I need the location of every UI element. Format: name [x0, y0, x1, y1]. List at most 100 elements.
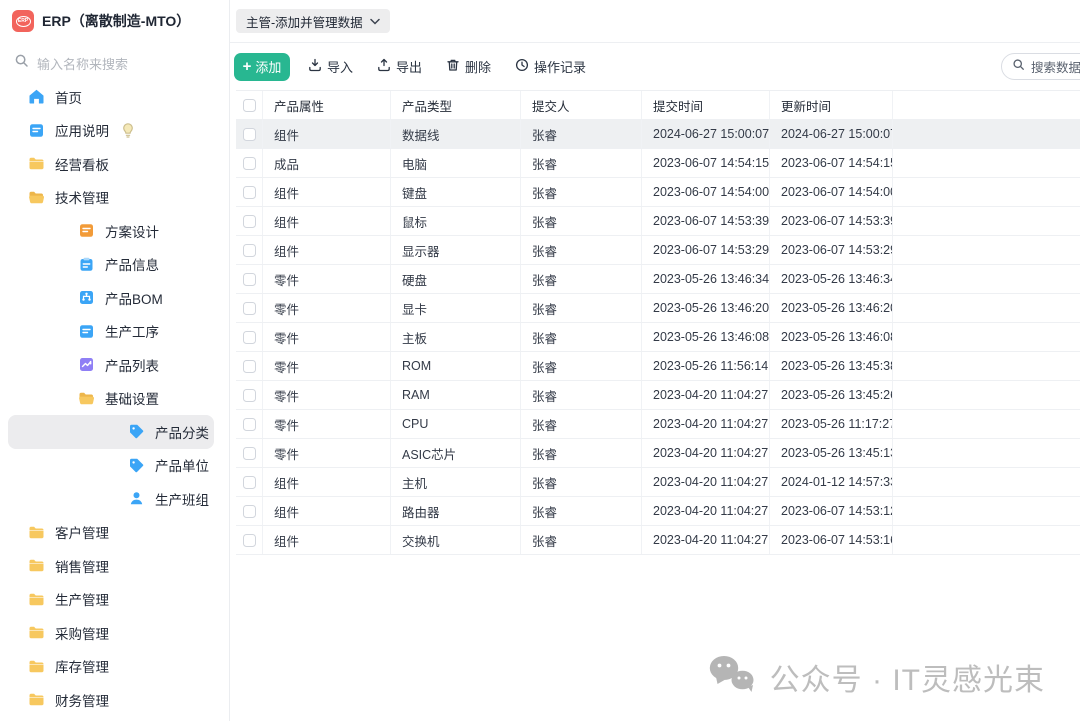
col-header-submitter[interactable]: 提交人: [521, 91, 642, 119]
row-checkbox[interactable]: [243, 244, 256, 257]
row-checkbox[interactable]: [243, 186, 256, 199]
cell-empty: [893, 207, 1080, 235]
cell-submit-time: 2023-05-26 13:46:34: [642, 265, 770, 293]
row-checkbox[interactable]: [243, 331, 256, 344]
row-checkbox[interactable]: [243, 215, 256, 228]
row-checkbox[interactable]: [243, 157, 256, 170]
table-row[interactable]: 零件 显卡 张睿 2023-05-26 13:46:20 2023-05-26 …: [236, 294, 1080, 323]
cell-empty: [893, 323, 1080, 351]
sidebar-item[interactable]: 销售管理: [0, 549, 229, 583]
table-row[interactable]: 组件 显示器 张睿 2023-06-07 14:53:29 2023-06-07…: [236, 236, 1080, 265]
row-checkbox[interactable]: [243, 128, 256, 141]
table-row[interactable]: 零件 主板 张睿 2023-05-26 13:46:08 2023-05-26 …: [236, 323, 1080, 352]
row-checkbox[interactable]: [243, 505, 256, 518]
sidebar-nav: 首页 应用说明 经营看板 技术管理 方案设计 产品信息 产品BOM 生产工序 产…: [0, 80, 229, 717]
col-header-empty: [893, 91, 1080, 119]
sidebar-item[interactable]: 客户管理: [0, 516, 229, 550]
table-row[interactable]: 零件 ASIC芯片 张睿 2023-04-20 11:04:27 2023-05…: [236, 439, 1080, 468]
sidebar-item[interactable]: 经营看板: [0, 147, 229, 181]
sidebar-item[interactable]: 方案设计: [0, 214, 229, 248]
cell-empty: [893, 236, 1080, 264]
folder-icon: [28, 691, 45, 708]
table-row[interactable]: 零件 CPU 张睿 2023-04-20 11:04:27 2023-05-26…: [236, 410, 1080, 439]
cell-submit-time: 2023-05-26 13:46:20: [642, 294, 770, 322]
col-header-update-time[interactable]: 更新时间: [770, 91, 893, 119]
wechat-icon: [708, 654, 756, 699]
sidebar-search-input[interactable]: 输入名称来搜索: [14, 52, 215, 74]
import-button[interactable]: 导入: [308, 57, 353, 76]
view-selector-dropdown[interactable]: 主管-添加并管理数据: [236, 9, 390, 33]
sidebar-item[interactable]: 财务管理: [0, 683, 229, 717]
folder-icon: [28, 524, 45, 541]
row-checkbox[interactable]: [243, 360, 256, 373]
sidebar-item[interactable]: 产品单位: [0, 449, 229, 483]
cell-submit-time: 2023-05-26 11:56:14: [642, 352, 770, 380]
doc-blue-icon: [78, 323, 95, 340]
cell-update-time: 2023-05-26 11:17:27: [770, 410, 893, 438]
table-row[interactable]: 组件 主机 张睿 2023-04-20 11:04:27 2024-01-12 …: [236, 468, 1080, 497]
operation-log-button[interactable]: 操作记录: [515, 57, 586, 76]
search-icon: [1012, 58, 1025, 76]
row-checkbox[interactable]: [243, 476, 256, 489]
view-selector-label: 主管-添加并管理数据: [246, 12, 363, 31]
col-header-product-type[interactable]: 产品类型: [391, 91, 521, 119]
sidebar-item[interactable]: 生产班组: [0, 482, 229, 516]
table-row[interactable]: 零件 RAM 张睿 2023-04-20 11:04:27 2023-05-26…: [236, 381, 1080, 410]
sidebar-item[interactable]: 技术管理: [0, 181, 229, 215]
cell-submit-time: 2023-04-20 11:04:27: [642, 381, 770, 409]
table-row[interactable]: 组件 路由器 张睿 2023-04-20 11:04:27 2023-06-07…: [236, 497, 1080, 526]
table-row[interactable]: 组件 鼠标 张睿 2023-06-07 14:53:39 2023-06-07 …: [236, 207, 1080, 236]
row-checkbox[interactable]: [243, 447, 256, 460]
cell-product-type: 主机: [391, 468, 521, 496]
cell-empty: [893, 120, 1080, 148]
cell-product-attr: 零件: [263, 439, 391, 467]
cell-update-time: 2023-06-07 14:53:29: [770, 236, 893, 264]
cell-submit-time: 2023-06-07 14:53:29: [642, 236, 770, 264]
table-row[interactable]: 组件 交换机 张睿 2023-04-20 11:04:27 2023-06-07…: [236, 526, 1080, 555]
table-search-input[interactable]: 搜索数据: [1001, 53, 1080, 80]
col-header-product-attr[interactable]: 产品属性: [263, 91, 391, 119]
export-button[interactable]: 导出: [377, 57, 422, 76]
cell-product-attr: 零件: [263, 381, 391, 409]
doc-blue-icon: [28, 122, 45, 139]
row-checkbox[interactable]: [243, 418, 256, 431]
sidebar-item[interactable]: 应用说明: [0, 114, 229, 148]
sidebar-item[interactable]: 首页: [0, 80, 229, 114]
select-all-checkbox[interactable]: [243, 99, 256, 112]
sidebar-item[interactable]: 生产管理: [0, 583, 229, 617]
cell-product-type: RAM: [391, 381, 521, 409]
sidebar-item[interactable]: 产品分类: [8, 415, 214, 449]
cell-submitter: 张睿: [521, 265, 642, 293]
cell-empty: [893, 178, 1080, 206]
sidebar-item[interactable]: 产品信息: [0, 248, 229, 282]
table-body: 组件 数据线 张睿 2024-06-27 15:00:07 2024-06-27…: [236, 120, 1080, 555]
table-row[interactable]: 零件 硬盘 张睿 2023-05-26 13:46:34 2023-05-26 …: [236, 265, 1080, 294]
sidebar-item[interactable]: 库存管理: [0, 650, 229, 684]
chart-purple-icon: [78, 356, 95, 373]
sidebar-item[interactable]: 基础设置: [0, 382, 229, 416]
add-button[interactable]: + 添加: [234, 53, 290, 81]
cell-update-time: 2023-06-07 14:53:16: [770, 526, 893, 554]
delete-button[interactable]: 删除: [446, 57, 491, 76]
cell-empty: [893, 294, 1080, 322]
sidebar-item[interactable]: 采购管理: [0, 616, 229, 650]
sidebar-item[interactable]: 产品BOM: [0, 281, 229, 315]
cell-update-time: 2023-06-07 14:54:00: [770, 178, 893, 206]
table-row[interactable]: 成品 电脑 张睿 2023-06-07 14:54:15 2023-06-07 …: [236, 149, 1080, 178]
row-checkbox[interactable]: [243, 389, 256, 402]
row-checkbox[interactable]: [243, 273, 256, 286]
cell-submitter: 张睿: [521, 178, 642, 206]
cell-product-attr: 组件: [263, 236, 391, 264]
sidebar-item[interactable]: 生产工序: [0, 315, 229, 349]
col-header-submit-time[interactable]: 提交时间: [642, 91, 770, 119]
folder-icon: [28, 155, 45, 172]
table-row[interactable]: 零件 ROM 张睿 2023-05-26 11:56:14 2023-05-26…: [236, 352, 1080, 381]
cell-product-attr: 零件: [263, 265, 391, 293]
table-row[interactable]: 组件 键盘 张睿 2023-06-07 14:54:00 2023-06-07 …: [236, 178, 1080, 207]
row-checkbox[interactable]: [243, 534, 256, 547]
row-checkbox[interactable]: [243, 302, 256, 315]
cell-submitter: 张睿: [521, 323, 642, 351]
cell-empty: [893, 439, 1080, 467]
sidebar-item[interactable]: 产品列表: [0, 348, 229, 382]
table-row[interactable]: 组件 数据线 张睿 2024-06-27 15:00:07 2024-06-27…: [236, 120, 1080, 149]
